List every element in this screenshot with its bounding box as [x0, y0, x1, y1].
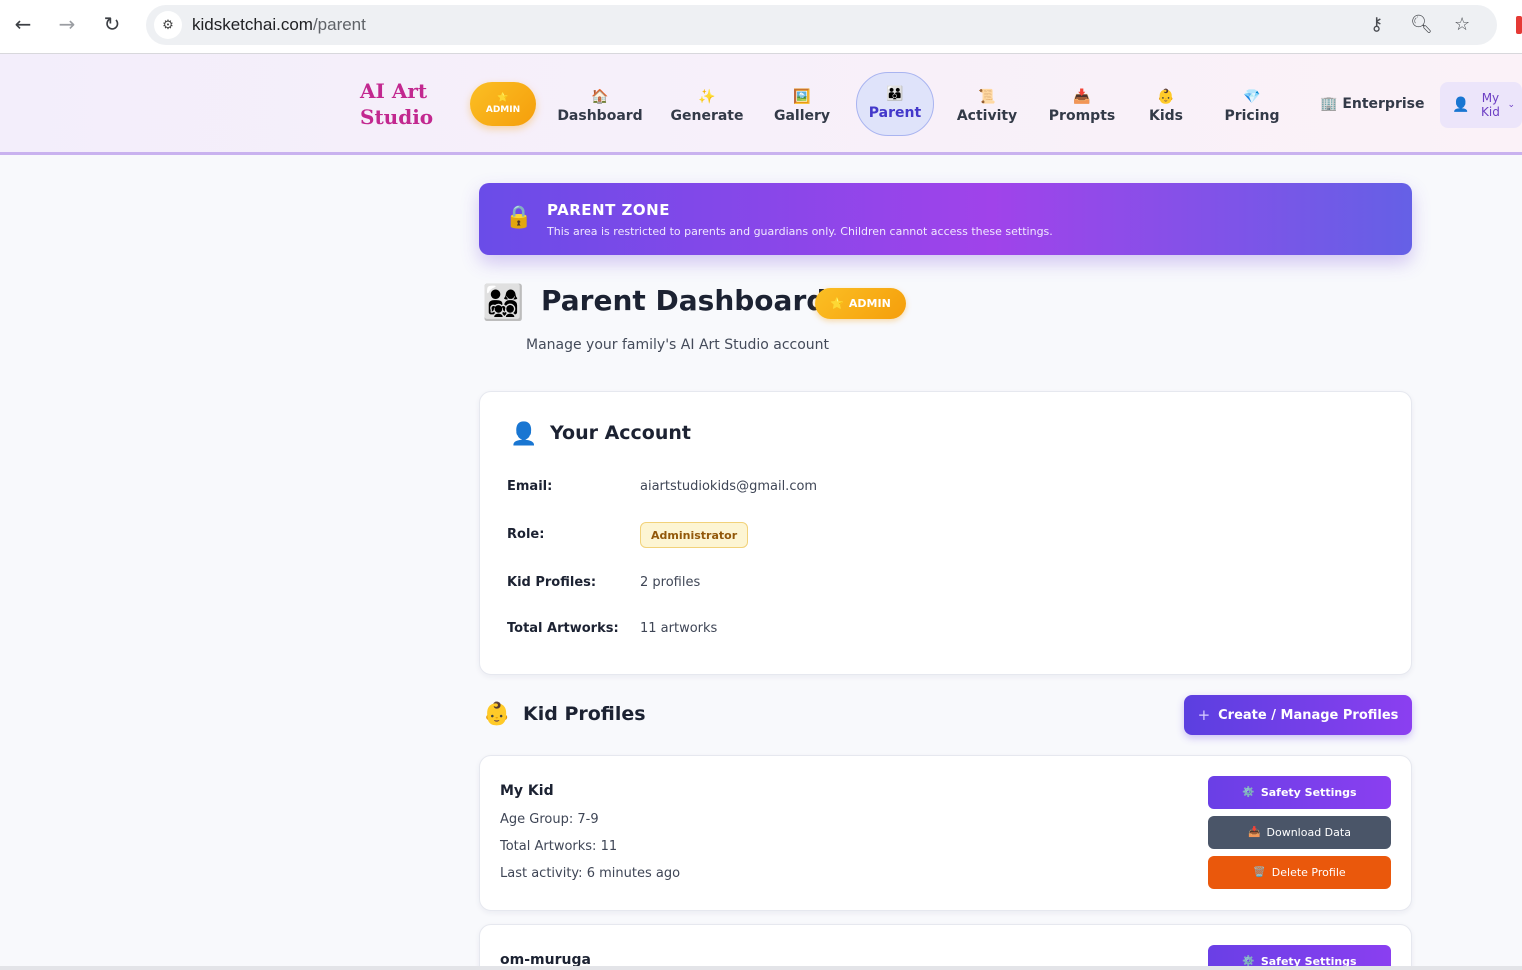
url-text[interactable]: kidsketchai.com/parent [192, 15, 366, 35]
nav-activity[interactable]: 📜 Activity [956, 82, 1018, 132]
sparkles-icon: ✨ [698, 89, 716, 105]
profile-name: My Kid [1481, 91, 1500, 119]
download-icon: 📥 [1248, 827, 1261, 838]
lock-icon: 🔒 [505, 205, 533, 230]
picture-icon: 🖼️ [793, 89, 811, 105]
scroll-icon: 📜 [978, 89, 996, 105]
kid-profile-card: om-muruga ⚙️ Safety Settings [479, 924, 1412, 970]
baby-icon: 👶 [483, 702, 511, 727]
admin-pill-label: ADMIN [485, 105, 521, 115]
horizontal-scrollbar[interactable] [0, 966, 1522, 970]
baby-icon: 👶 [1157, 89, 1175, 105]
nav-dashboard[interactable]: 🏠 Dashboard [557, 82, 642, 132]
gem-icon: 💎 [1243, 89, 1261, 105]
page-title: Parent Dashboard [541, 284, 827, 317]
kid-artworks: Total Artworks: 11 [500, 839, 618, 854]
site-settings-icon[interactable]: ⚙ [154, 11, 182, 39]
admin-badge: ⭐ ADMIN [815, 288, 906, 319]
kid-age-group: Age Group: 7-9 [500, 812, 599, 827]
reload-icon[interactable]: ↻ [99, 11, 125, 37]
family-icon: 👨‍👩‍👧‍👦 [482, 283, 525, 323]
nav-enterprise[interactable]: 🏢 Enterprise [1320, 96, 1425, 112]
star-icon: ⭐ [830, 297, 844, 310]
home-icon: 🏠 [591, 89, 609, 105]
forward-arrow-icon[interactable]: → [54, 11, 80, 37]
email-value: aiartstudiokids@gmail.com [640, 479, 818, 494]
delete-profile-button[interactable]: 🗑️ Delete Profile [1208, 856, 1391, 889]
kid-name: My Kid [500, 783, 554, 799]
kid-profile-card: My Kid Age Group: 7-9 Total Artworks: 11… [479, 755, 1412, 911]
inbox-icon: 📥 [1073, 89, 1091, 105]
kid-profiles-title: Kid Profiles [523, 703, 646, 725]
back-arrow-icon[interactable]: ← [10, 11, 36, 37]
total-artworks-label: Total Artworks: [507, 621, 619, 636]
kid-profiles-label: Kid Profiles: [507, 575, 597, 590]
safety-settings-button[interactable]: ⚙️ Safety Settings [1208, 776, 1391, 809]
role-badge: Administrator [640, 522, 749, 548]
admin-pill[interactable]: ⭐ ADMIN [470, 82, 536, 126]
password-key-icon[interactable]: ⚷ [1370, 14, 1383, 35]
create-manage-profiles-button[interactable]: + Create / Manage Profiles [1184, 695, 1412, 735]
banner-title: PARENT ZONE [547, 201, 670, 219]
brand-logo[interactable]: AI Art Studio [360, 78, 450, 130]
nav-generate[interactable]: ✨ Generate [671, 82, 744, 132]
page-subtitle: Manage your family's AI Art Studio accou… [526, 337, 830, 353]
star-icon: ⭐ [497, 93, 509, 103]
chevron-down-icon: ⌄ [1507, 100, 1515, 110]
nav-pricing[interactable]: 💎 Pricing [1224, 82, 1280, 132]
role-label: Role: [507, 527, 545, 542]
app-header: AI Art Studio ⭐ ADMIN 🏠 Dashboard ✨ Gene… [0, 54, 1522, 155]
account-card: 👤 Your Account Email: aiartstudiokids@gm… [479, 391, 1412, 675]
download-data-button[interactable]: 📥 Download Data [1208, 816, 1391, 849]
family-icon: 👪 [886, 86, 904, 102]
total-artworks-value: 11 artworks [640, 621, 718, 636]
building-icon: 🏢 [1320, 96, 1338, 112]
address-bar[interactable]: ⚙ kidsketchai.com/parent ⚷ 🔍︎ ☆ [146, 5, 1497, 45]
account-title: Your Account [550, 422, 691, 444]
trash-icon: 🗑️ [1253, 867, 1266, 878]
bookmark-star-icon[interactable]: ☆ [1454, 14, 1470, 35]
nav-parent[interactable]: 👪 Parent [856, 72, 934, 136]
parent-zone-banner: 🔒 PARENT ZONE This area is restricted to… [479, 183, 1412, 255]
browser-toolbar: ← → ↻ ⚙ kidsketchai.com/parent ⚷ 🔍︎ ☆ [0, 0, 1522, 54]
user-icon: 👤 [1452, 97, 1470, 113]
zoom-icon[interactable]: 🔍︎ [1410, 14, 1433, 35]
profile-switcher[interactable]: 👤 My Kid ⌄ [1440, 82, 1522, 128]
banner-subtitle: This area is restricted to parents and g… [547, 225, 1053, 238]
nav-prompts[interactable]: 📥 Prompts [1049, 82, 1115, 132]
nav-kids[interactable]: 👶 Kids [1146, 82, 1186, 132]
gear-icon: ⚙️ [1242, 787, 1255, 798]
extension-icon[interactable] [1516, 16, 1522, 34]
kid-last-activity: Last activity: 6 minutes ago [500, 866, 681, 881]
nav-gallery[interactable]: 🖼️ Gallery [772, 82, 832, 132]
email-label: Email: [507, 479, 553, 494]
kid-profiles-value: 2 profiles [640, 575, 701, 590]
plus-icon: + [1197, 706, 1211, 724]
user-icon: 👤 [510, 422, 538, 447]
